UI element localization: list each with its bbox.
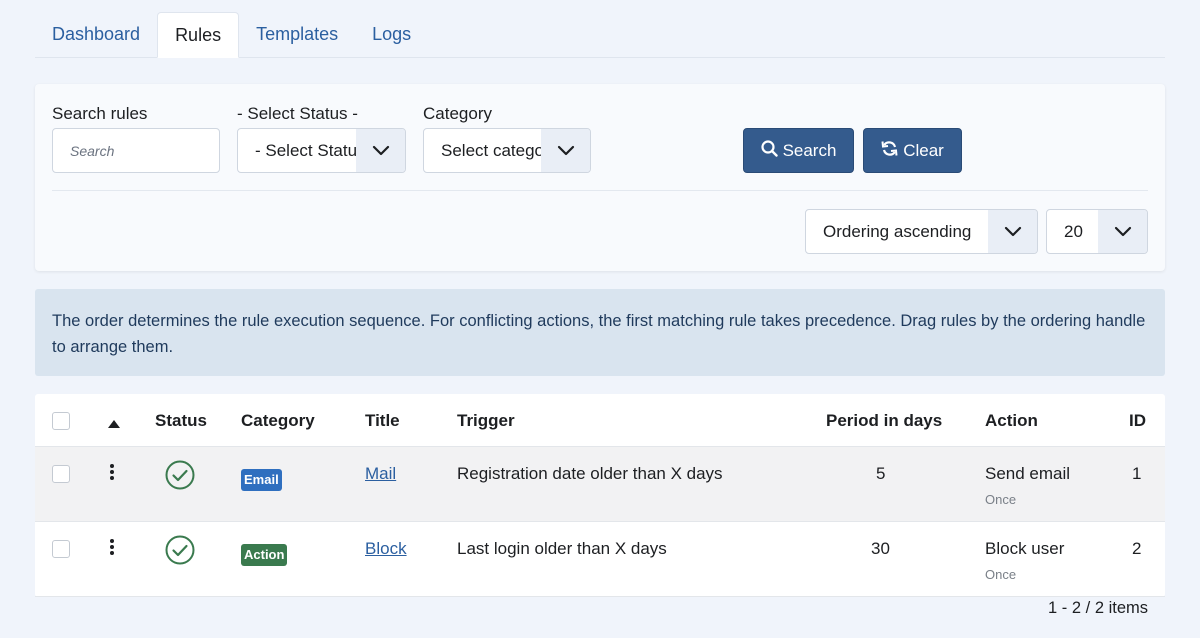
sort-asc-icon[interactable] [108,415,120,433]
table-row: Action Block Last login older than X day… [35,522,1165,597]
rule-title-link[interactable]: Mail [365,464,396,483]
action-text: Block user [985,539,1065,558]
published-check-icon[interactable] [165,460,195,495]
select-all-checkbox[interactable] [52,412,70,430]
search-button[interactable]: Search [743,128,854,173]
column-header-category[interactable]: Category [241,411,315,431]
trigger-text: Registration date older than X days [457,464,723,483]
tab-bar: Dashboard Rules Templates Logs [35,12,1165,58]
action-frequency: Once [985,567,1017,582]
info-alert-text: The order determines the rule execution … [52,312,1146,356]
table-row: Email Mail Registration date older than … [35,447,1165,522]
pagination-count: 1 - 2 / 2 items [1048,599,1148,617]
action-text: Send email [985,464,1071,483]
ordering-select-value: Ordering ascending [823,221,972,241]
period-value: 30 [871,539,890,558]
rules-table: Status Category Title Trigger Period in … [35,394,1165,597]
id-value: 2 [1132,539,1142,558]
category-select[interactable]: Select category [423,128,591,173]
chevron-down-icon [541,129,590,172]
status-filter-label: - Select Status - [237,104,358,123]
clear-button[interactable]: Clear [863,128,962,173]
chevron-down-icon [356,129,405,172]
limit-select[interactable]: 20 [1046,209,1148,254]
limit-select-value: 20 [1064,221,1083,241]
chevron-down-icon [988,210,1037,253]
row-checkbox[interactable] [52,465,70,483]
published-check-icon[interactable] [165,535,195,570]
search-button-label: Search [782,140,837,160]
chevron-down-icon [1098,210,1147,253]
column-header-action[interactable]: Action [985,411,1038,431]
trigger-text: Last login older than X days [457,539,667,558]
id-value: 1 [1132,464,1142,483]
tab-rules[interactable]: Rules [157,12,240,58]
info-alert: The order determines the rule execution … [35,289,1165,376]
category-select-value: Select category [441,140,541,160]
refresh-icon [881,140,898,162]
period-value: 5 [876,464,886,483]
row-checkbox[interactable] [52,540,70,558]
filter-panel: Search rules - Select Status - - Select … [35,84,1165,271]
column-header-id[interactable]: ID [1129,411,1146,431]
category-filter-label: Category [423,104,492,123]
drag-handle-icon[interactable] [110,464,116,482]
status-select[interactable]: - Select Status - [237,128,406,173]
column-header-trigger[interactable]: Trigger [457,411,515,431]
clear-button-label: Clear [903,140,944,160]
tab-templates[interactable]: Templates [239,12,355,57]
tab-logs[interactable]: Logs [355,12,428,57]
table-header: Status Category Title Trigger Period in … [35,394,1165,447]
search-icon [760,139,778,162]
filter-divider [52,190,1148,191]
category-badge: Email [241,469,282,491]
tab-dashboard[interactable]: Dashboard [35,12,157,57]
action-frequency: Once [985,492,1017,507]
search-rules-label: Search rules [52,104,148,123]
column-header-title[interactable]: Title [365,411,400,431]
category-badge: Action [241,544,288,566]
search-input[interactable] [52,128,220,173]
column-header-status[interactable]: Status [155,411,207,431]
ordering-select[interactable]: Ordering ascending [805,209,1038,254]
column-header-period[interactable]: Period in days [826,411,942,431]
drag-handle-icon[interactable] [110,539,116,557]
status-select-value: - Select Status - [255,140,356,160]
rule-title-link[interactable]: Block [365,539,407,558]
